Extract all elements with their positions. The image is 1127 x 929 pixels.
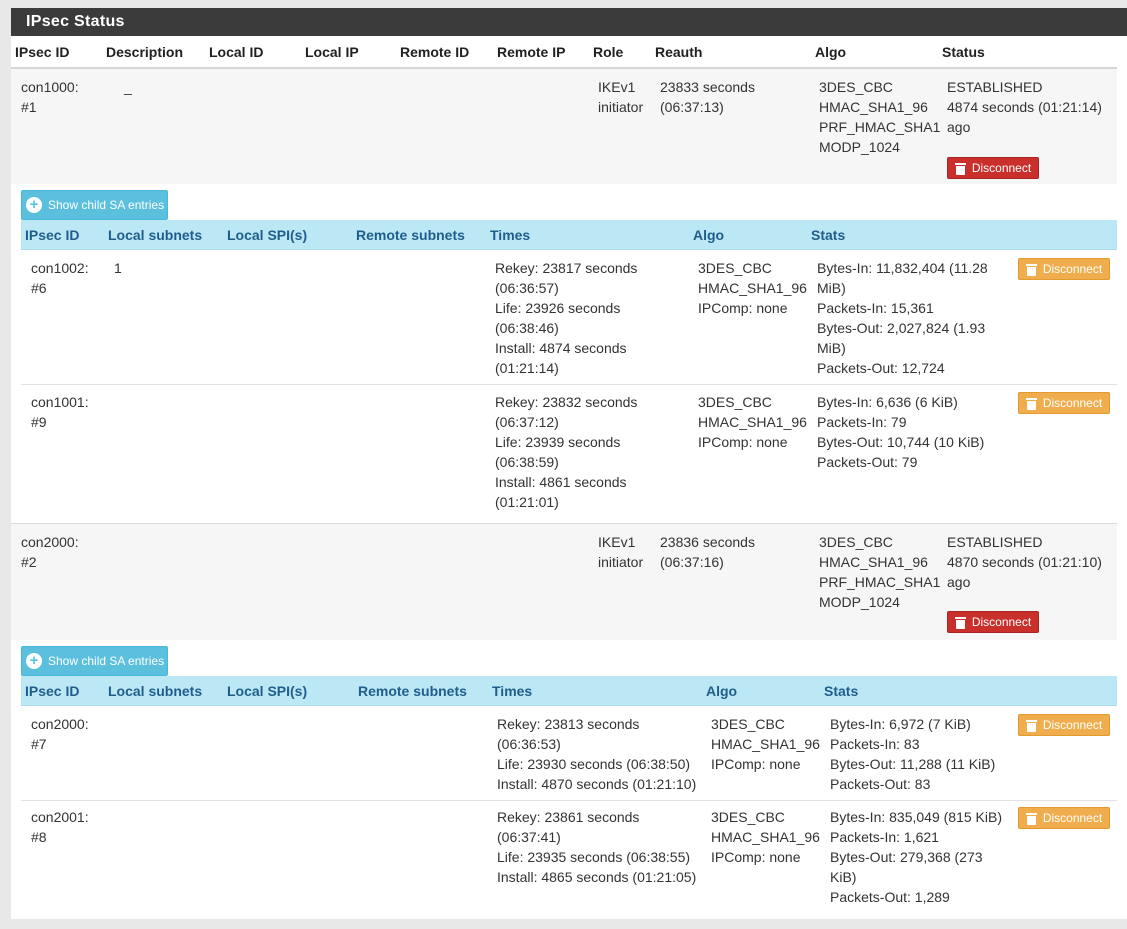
col-remote-ip: Remote IP (497, 44, 566, 60)
child-times: Rekey: 23832 seconds (06:37:12) Life: 23… (495, 394, 638, 510)
child-stats: Bytes-In: 6,636 (6 KiB) Packets-In: 79 B… (817, 394, 985, 470)
child-sa-header: IPsec ID Local subnets Local SPI(s) Remo… (21, 220, 1117, 250)
child-disconnect-button[interactable]: Disconnect (1018, 258, 1110, 280)
child-algo: 3DES_CBC HMAC_SHA1_96 IPComp: none (698, 394, 807, 450)
col-local-id: Local ID (209, 44, 264, 60)
child-col-local-spis: Local SPI(s) (227, 227, 308, 243)
child-id: con1002: #6 (31, 260, 89, 296)
child-col-local-subnets: Local subnets (108, 683, 203, 699)
connection-reauth: 23836 seconds (06:37:16) (660, 534, 755, 570)
connection-id: con2000: #2 (21, 534, 79, 570)
child-col-algo: Algo (693, 227, 725, 243)
connection-role: IKEv1 initiator (598, 79, 644, 115)
child-disconnect-button[interactable]: Disconnect (1018, 392, 1110, 414)
child-stats: Bytes-In: 835,049 (815 KiB) Packets-In: … (830, 809, 1002, 905)
child-sa-row: con1002: #6 1 Rekey: 23817 seconds (06:3… (21, 250, 1117, 384)
connection-id: con1000: #1 (21, 79, 79, 115)
trash-icon (1025, 812, 1037, 825)
col-algo: Algo (815, 44, 847, 60)
child-sa-row: con2001: #8 Rekey: 23861 seconds (06:37:… (21, 800, 1117, 912)
col-status: Status (942, 44, 985, 60)
child-sa-row: con2000: #7 Rekey: 23813 seconds (06:36:… (21, 706, 1117, 800)
trash-icon (1025, 397, 1037, 410)
plus-circle-icon: + (26, 197, 42, 213)
col-description: Description (106, 44, 184, 60)
connection-row: con1000: #1 _ IKEv1 initiator 23833 seco… (11, 67, 1117, 184)
disconnect-button[interactable]: Disconnect (947, 157, 1039, 179)
connection-status: ESTABLISHED 4870 seconds (01:21:10) ago (947, 534, 1102, 590)
child-col-times: Times (490, 227, 531, 243)
child-stats: Bytes-In: 6,972 (7 KiB) Packets-In: 83 B… (830, 716, 996, 792)
child-times: Rekey: 23813 seconds (06:36:53) Life: 23… (497, 716, 697, 792)
child-col-ipsec-id: IPsec ID (25, 683, 80, 699)
show-child-sa-button[interactable]: + Show child SA entries (21, 190, 168, 220)
child-col-stats: Stats (811, 227, 846, 243)
child-col-algo: Algo (706, 683, 738, 699)
child-algo: 3DES_CBC HMAC_SHA1_96 IPComp: none (711, 716, 820, 772)
panel-title: IPsec Status (11, 8, 1127, 36)
trash-icon (954, 616, 966, 629)
child-id: con2001: #8 (31, 809, 89, 845)
disconnect-button[interactable]: Disconnect (947, 611, 1039, 633)
child-stats: Bytes-In: 11,832,404 (11.28 MiB) Packets… (817, 260, 988, 376)
child-times: Rekey: 23817 seconds (06:36:57) Life: 23… (495, 260, 638, 376)
child-col-remote-subnets: Remote subnets (358, 683, 467, 699)
child-sa-header: IPsec ID Local subnets Local SPI(s) Remo… (21, 676, 1117, 706)
child-col-stats: Stats (824, 683, 859, 699)
connection-role: IKEv1 initiator (598, 534, 644, 570)
connection-algo: 3DES_CBC HMAC_SHA1_96 PRF_HMAC_SHA1 MODP… (819, 534, 941, 610)
connection-reauth: 23833 seconds (06:37:13) (660, 79, 755, 115)
connection-description: _ (124, 79, 132, 95)
child-id: con1001: #9 (31, 394, 89, 430)
connection-status: ESTABLISHED 4874 seconds (01:21:14) ago (947, 79, 1102, 135)
col-reauth: Reauth (655, 44, 703, 60)
trash-icon (954, 162, 966, 175)
col-remote-id: Remote ID (400, 44, 470, 60)
child-id: con2000: #7 (31, 716, 89, 752)
show-child-sa-button[interactable]: + Show child SA entries (21, 646, 168, 676)
trash-icon (1025, 263, 1037, 276)
plus-circle-icon: + (26, 653, 42, 669)
child-disconnect-button[interactable]: Disconnect (1018, 714, 1110, 736)
ipsec-status-panel: IPsec Status IPsec ID Description Local … (11, 8, 1127, 919)
child-col-ipsec-id: IPsec ID (25, 227, 80, 243)
child-disconnect-button[interactable]: Disconnect (1018, 807, 1110, 829)
child-times: Rekey: 23861 seconds (06:37:41) Life: 23… (497, 809, 697, 885)
child-algo: 3DES_CBC HMAC_SHA1_96 IPComp: none (711, 809, 820, 865)
col-local-ip: Local IP (305, 44, 359, 60)
child-col-times: Times (492, 683, 533, 699)
col-ipsec-id: IPsec ID (15, 44, 70, 60)
child-col-remote-subnets: Remote subnets (356, 227, 465, 243)
child-col-local-subnets: Local subnets (108, 227, 203, 243)
child-sa-row: con1001: #9 Rekey: 23832 seconds (06:37:… (21, 384, 1117, 523)
connection-algo: 3DES_CBC HMAC_SHA1_96 PRF_HMAC_SHA1 MODP… (819, 79, 941, 155)
child-local-subnets: 1 (114, 260, 122, 276)
col-role: Role (593, 44, 624, 60)
trash-icon (1025, 719, 1037, 732)
connection-row: con2000: #2 IKEv1 initiator 23836 second… (11, 523, 1117, 640)
child-col-local-spis: Local SPI(s) (227, 683, 308, 699)
child-algo: 3DES_CBC HMAC_SHA1_96 IPComp: none (698, 260, 807, 316)
